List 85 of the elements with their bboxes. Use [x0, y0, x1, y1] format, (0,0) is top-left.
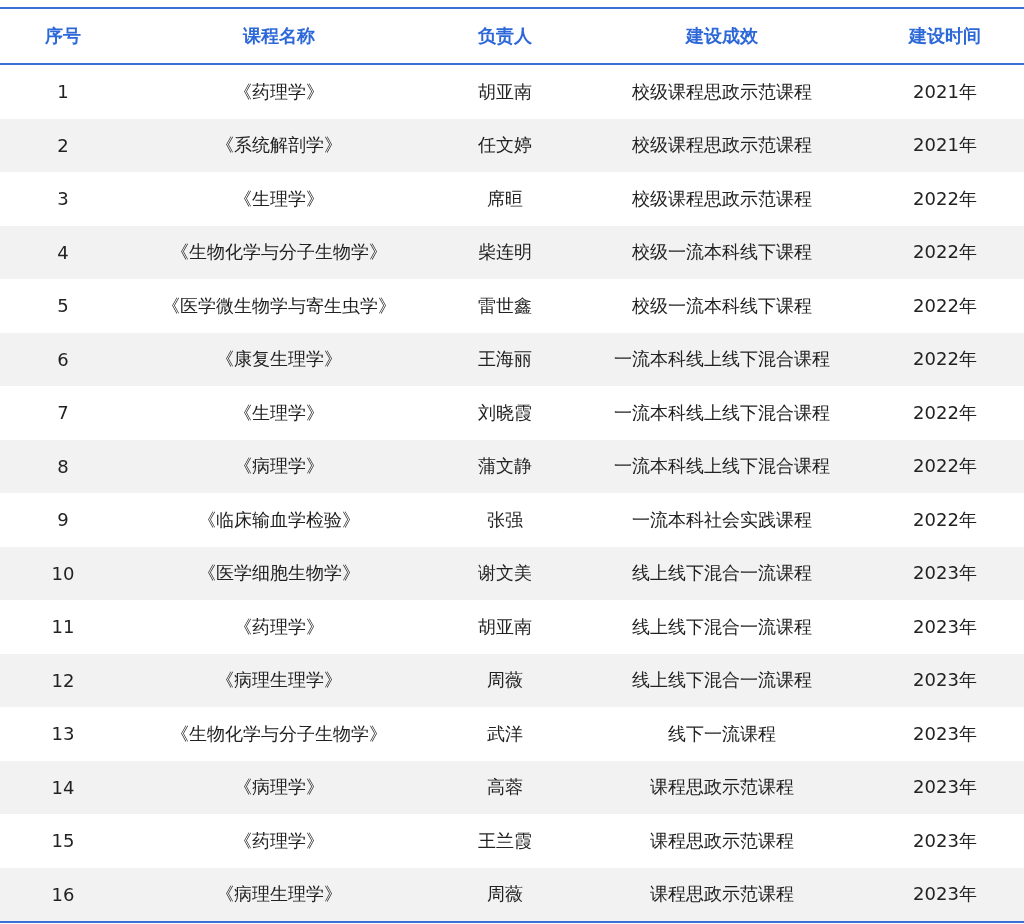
table-cell: 《康复生理学》 [126, 332, 432, 386]
table-cell: 2022年 [866, 493, 1024, 547]
table-cell: 线上线下混合一流课程 [578, 653, 866, 707]
table-cell: 任文婷 [432, 118, 578, 172]
table-cell: 校级课程思政示范课程 [578, 118, 866, 172]
table-cell: 13 [0, 707, 126, 761]
table-cell: 一流本科社会实践课程 [578, 493, 866, 547]
table-cell: 1 [0, 64, 126, 119]
table-cell: 《药理学》 [126, 814, 432, 868]
table-cell: 蒲文静 [432, 439, 578, 493]
table-cell: 2022年 [866, 332, 1024, 386]
table-cell: 12 [0, 653, 126, 707]
table-cell: 课程思政示范课程 [578, 867, 866, 922]
table-cell: 2022年 [866, 386, 1024, 440]
table-cell: 线上线下混合一流课程 [578, 546, 866, 600]
table-cell: 2022年 [866, 279, 1024, 333]
table-cell: 席晅 [432, 172, 578, 226]
table-cell: 2021年 [866, 64, 1024, 119]
table-cell: 2022年 [866, 172, 1024, 226]
table-cell: 2023年 [866, 600, 1024, 654]
table-cell: 《药理学》 [126, 64, 432, 119]
table-cell: 2023年 [866, 707, 1024, 761]
table-cell: 9 [0, 493, 126, 547]
table-cell: 课程思政示范课程 [578, 814, 866, 868]
table-cell: 2023年 [866, 546, 1024, 600]
table-cell: 2022年 [866, 225, 1024, 279]
table-cell: 《病理学》 [126, 760, 432, 814]
table-cell: 《生理学》 [126, 172, 432, 226]
table-cell: 5 [0, 279, 126, 333]
table-cell: 2023年 [866, 867, 1024, 922]
table-cell: 《病理生理学》 [126, 653, 432, 707]
table-cell: 《医学微生物学与寄生虫学》 [126, 279, 432, 333]
table-cell: 周薇 [432, 867, 578, 922]
table-cell: 2023年 [866, 653, 1024, 707]
table-cell: 《药理学》 [126, 600, 432, 654]
table-cell: 胡亚南 [432, 600, 578, 654]
table-cell: 2023年 [866, 814, 1024, 868]
table-cell: 2 [0, 118, 126, 172]
table-cell: 一流本科线上线下混合课程 [578, 332, 866, 386]
table-cell: 柴连明 [432, 225, 578, 279]
table-cell: 《生物化学与分子生物学》 [126, 707, 432, 761]
table-cell: 课程思政示范课程 [578, 760, 866, 814]
table-cell: 3 [0, 172, 126, 226]
table-cell: 16 [0, 867, 126, 922]
table-cell: 高蓉 [432, 760, 578, 814]
column-header: 建设成效 [578, 8, 866, 64]
table-cell: 2022年 [866, 439, 1024, 493]
table-cell: 王兰霞 [432, 814, 578, 868]
table-cell: 线上线下混合一流课程 [578, 600, 866, 654]
table-cell: 《医学细胞生物学》 [126, 546, 432, 600]
table-cell: 校级一流本科线下课程 [578, 225, 866, 279]
table-cell: 校级一流本科线下课程 [578, 279, 866, 333]
table-cell: 刘晓霞 [432, 386, 578, 440]
table-cell: 武洋 [432, 707, 578, 761]
table-cell: 2021年 [866, 118, 1024, 172]
table-cell: 校级课程思政示范课程 [578, 64, 866, 119]
table-cell: 《系统解剖学》 [126, 118, 432, 172]
table-cell: 线下一流课程 [578, 707, 866, 761]
table-cell: 周薇 [432, 653, 578, 707]
column-header: 建设时间 [866, 8, 1024, 64]
table-cell: 8 [0, 439, 126, 493]
table-cell: 一流本科线上线下混合课程 [578, 386, 866, 440]
table-cell: 一流本科线上线下混合课程 [578, 439, 866, 493]
table-cell: 《生理学》 [126, 386, 432, 440]
table-cell: 校级课程思政示范课程 [578, 172, 866, 226]
table-cell: 2023年 [866, 760, 1024, 814]
table-cell: 《生物化学与分子生物学》 [126, 225, 432, 279]
table-cell: 胡亚南 [432, 64, 578, 119]
table-cell: 王海丽 [432, 332, 578, 386]
table-cell: 6 [0, 332, 126, 386]
table-cell: 14 [0, 760, 126, 814]
column-header: 负责人 [432, 8, 578, 64]
table-cell: 《病理生理学》 [126, 867, 432, 922]
table-cell: 张强 [432, 493, 578, 547]
table-cell: 《病理学》 [126, 439, 432, 493]
table-cell: 10 [0, 546, 126, 600]
table-cell: 谢文美 [432, 546, 578, 600]
table-cell: 15 [0, 814, 126, 868]
column-header: 序号 [0, 8, 126, 64]
table-cell: 11 [0, 600, 126, 654]
table-cell: 7 [0, 386, 126, 440]
table-cell: 《临床输血学检验》 [126, 493, 432, 547]
column-header: 课程名称 [126, 8, 432, 64]
table-cell: 4 [0, 225, 126, 279]
table-cell: 雷世鑫 [432, 279, 578, 333]
